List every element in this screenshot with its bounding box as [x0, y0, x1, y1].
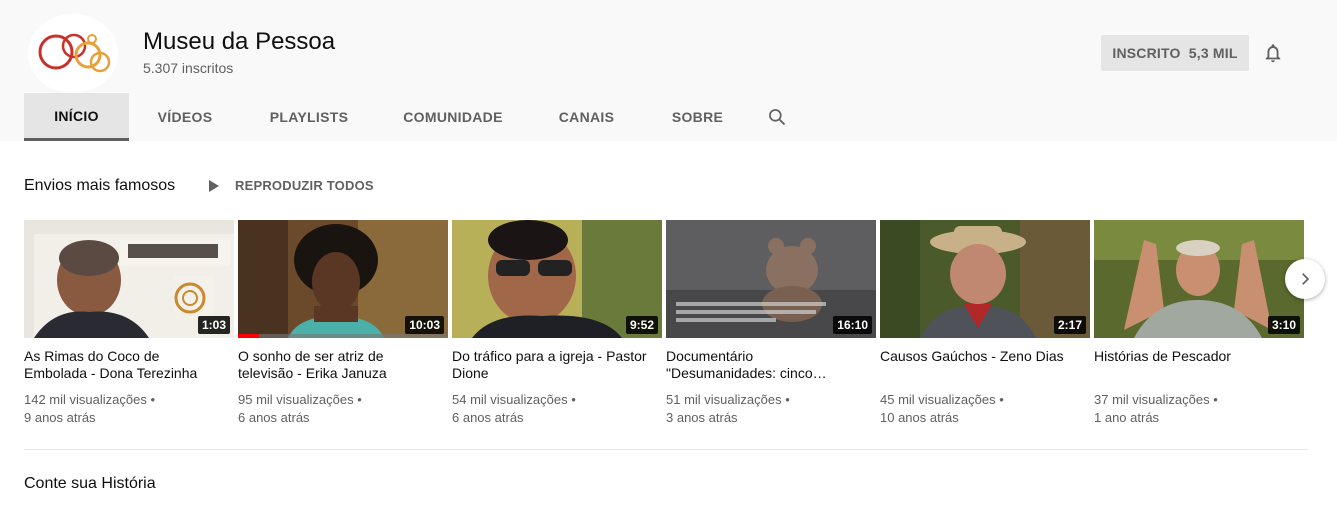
view-count: 54 mil visualizações •	[452, 392, 576, 407]
video-card[interactable]: 16:10 Documentário "Desumanidades: cinco…	[666, 220, 876, 427]
tab-sobre[interactable]: SOBRE	[644, 93, 751, 141]
video-title[interactable]: Histórias de Pescador	[1094, 348, 1294, 382]
video-thumbnail[interactable]: 10:03	[238, 220, 448, 338]
watch-progress-bar	[238, 334, 448, 338]
video-meta: 51 mil visualizações • 3 anos atrás	[666, 391, 876, 427]
museu-da-pessoa-logo-icon	[38, 33, 111, 73]
video-shelf: 1:03 As Rimas do Coco de Embolada - Dona…	[24, 220, 1306, 430]
video-duration: 2:17	[1053, 316, 1086, 334]
subscribed-button[interactable]: INSCRITO 5,3 MIL	[1101, 35, 1249, 71]
video-thumbnail[interactable]: 9:52	[452, 220, 662, 338]
subscriber-count: 5.307 inscritos	[143, 60, 234, 76]
play-all-button[interactable]: REPRODUZIR TODOS	[207, 178, 374, 193]
video-duration: 10:03	[405, 316, 444, 334]
video-title[interactable]: Causos Gaúchos - Zeno Dias	[880, 348, 1080, 382]
video-title[interactable]: Do tráfico para a igreja - Pastor Dione	[452, 348, 652, 382]
video-title[interactable]: As Rimas do Coco de Embolada - Dona Tere…	[24, 348, 224, 382]
video-duration: 3:10	[1267, 316, 1300, 334]
notification-bell-icon[interactable]	[1262, 42, 1284, 64]
view-count: 142 mil visualizações •	[24, 392, 155, 407]
video-thumbnail[interactable]: 1:03	[24, 220, 234, 338]
tab-comunidade[interactable]: COMUNIDADE	[377, 93, 529, 141]
play-all-label: REPRODUZIR TODOS	[235, 178, 374, 193]
video-card[interactable]: 9:52 Do tráfico para a igreja - Pastor D…	[452, 220, 662, 427]
video-meta: 142 mil visualizações • 9 anos atrás	[24, 391, 234, 427]
video-thumbnail[interactable]: 16:10	[666, 220, 876, 338]
play-icon	[209, 179, 219, 192]
view-count: 37 mil visualizações •	[1094, 392, 1218, 407]
channel-tabs: INÍCIO VÍDEOS PLAYLISTS COMUNIDADE CANAI…	[24, 93, 803, 141]
upload-age: 10 anos atrás	[880, 410, 959, 425]
channel-header: Museu da Pessoa 5.307 inscritos INSCRITO…	[0, 0, 1337, 141]
video-title[interactable]: O sonho de ser atriz de televisão - Erik…	[238, 348, 438, 382]
tab-videos[interactable]: VÍDEOS	[129, 93, 241, 141]
channel-name: Museu da Pessoa	[143, 28, 336, 55]
channel-search-icon[interactable]	[751, 93, 803, 141]
view-count: 51 mil visualizações •	[666, 392, 790, 407]
channel-avatar[interactable]	[28, 14, 118, 93]
tab-playlists[interactable]: PLAYLISTS	[241, 93, 377, 141]
video-meta: 45 mil visualizações • 10 anos atrás	[880, 391, 1090, 427]
upload-age: 6 anos atrás	[238, 410, 310, 425]
section-title-conte-sua-historia[interactable]: Conte sua História	[24, 475, 156, 493]
tab-inicio[interactable]: INÍCIO	[24, 93, 129, 141]
video-duration: 1:03	[197, 316, 230, 334]
video-card[interactable]: 2:17 Causos Gaúchos - Zeno Dias 45 mil v…	[880, 220, 1090, 427]
video-meta: 95 mil visualizações • 6 anos atrás	[238, 391, 448, 427]
chevron-right-icon	[1302, 273, 1310, 285]
tab-canais[interactable]: CANAIS	[529, 93, 644, 141]
view-count: 95 mil visualizações •	[238, 392, 362, 407]
video-meta: 54 mil visualizações • 6 anos atrás	[452, 391, 662, 427]
view-count: 45 mil visualizações •	[880, 392, 1004, 407]
section-divider	[24, 449, 1308, 450]
upload-age: 9 anos atrás	[24, 410, 96, 425]
video-thumbnail[interactable]: 3:10	[1094, 220, 1304, 338]
shelf-title[interactable]: Envios mais famosos	[24, 177, 175, 195]
video-meta: 37 mil visualizações • 1 ano atrás	[1094, 391, 1304, 427]
upload-age: 1 ano atrás	[1094, 410, 1160, 425]
shelf-next-button[interactable]	[1285, 259, 1325, 299]
upload-age: 6 anos atrás	[452, 410, 524, 425]
video-title[interactable]: Documentário "Desumanidades: cinco…	[666, 348, 866, 382]
video-duration: 9:52	[625, 316, 658, 334]
video-thumbnail[interactable]: 2:17	[880, 220, 1090, 338]
video-card[interactable]: 3:10 Histórias de Pescador 37 mil visual…	[1094, 220, 1304, 427]
video-card[interactable]: 10:03 O sonho de ser atriz de televisão …	[238, 220, 448, 427]
video-card[interactable]: 1:03 As Rimas do Coco de Embolada - Dona…	[24, 220, 234, 427]
upload-age: 3 anos atrás	[666, 410, 738, 425]
watch-progress-fill	[238, 334, 259, 338]
video-duration: 16:10	[833, 316, 872, 334]
